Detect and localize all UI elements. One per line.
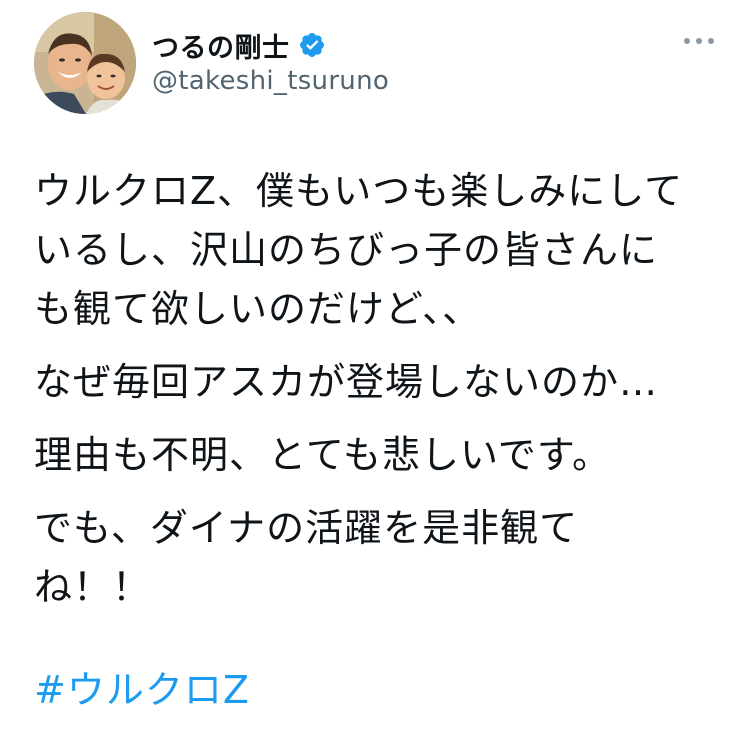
tweet-paragraph: 理由も不明、とても悲しいです。 — [34, 433, 612, 477]
avatar-photo — [34, 12, 136, 114]
more-dot — [708, 38, 714, 44]
avatar[interactable] — [34, 12, 136, 114]
author-name-row[interactable]: つるの剛士 — [152, 26, 326, 64]
tweet-paragraph: ウルクロZ、僕もいつも楽しみにして いるし、沢山のちびっ子の皆さんに も観て欲し… — [34, 169, 684, 331]
verified-badge-icon — [298, 31, 326, 59]
tweet-paragraph: でも、ダイナの活躍を是非観て ね！！ — [34, 506, 579, 609]
tweet-text: ウルクロZ、僕もいつも楽しみにして いるし、沢山のちびっ子の皆さんに も観て欲し… — [34, 162, 724, 631]
hashtag-link[interactable]: #ウルクロZ — [34, 662, 250, 718]
display-name[interactable]: つるの剛士 — [152, 26, 290, 65]
more-dot — [696, 38, 702, 44]
more-dot — [684, 38, 690, 44]
tweet-card: つるの剛士 @takeshi_tsuruno ウルクロZ、僕もいつも楽しみにして… — [0, 0, 750, 735]
tweet-paragraph: なぜ毎回アスカが登場しないのか… — [34, 360, 659, 404]
author-handle[interactable]: @takeshi_tsuruno — [152, 66, 389, 96]
more-horizontal-icon[interactable] — [684, 34, 714, 48]
